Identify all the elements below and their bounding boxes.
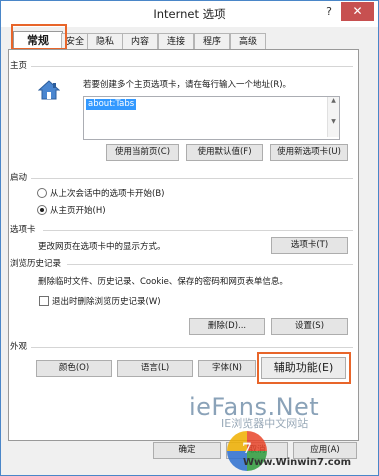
use-new-tab-button[interactable]: 使用新选项卡(U) — [270, 144, 348, 161]
tab-programs[interactable]: 程序 — [194, 33, 230, 50]
help-button[interactable]: ? — [320, 3, 338, 21]
tab-highlight-box — [11, 24, 67, 50]
tab-content[interactable]: 内容 — [122, 33, 158, 50]
radio-start-home-label: 从主页开始(H) — [50, 206, 106, 216]
delete-on-exit-checkbox[interactable] — [39, 296, 49, 306]
history-settings-button[interactable]: 设置(S) — [271, 318, 348, 335]
use-current-button[interactable]: 使用当前页(C) — [106, 144, 179, 161]
radio-start-last-session[interactable] — [37, 188, 47, 198]
colors-button[interactable]: 颜色(O) — [36, 360, 112, 377]
general-panel: 主页 若要创建多个主页选项卡，请在每行输入一个地址(R)。 about:Tabs… — [8, 49, 359, 441]
home-section-title: 主页 — [10, 61, 28, 71]
delete-history-button[interactable]: 删除(D)... — [189, 318, 265, 335]
watermark-site: Www.Winwin7.com — [243, 457, 352, 468]
tabs-section-title: 选项卡 — [10, 225, 36, 235]
home-description: 若要创建多个主页选项卡，请在每行输入一个地址(R)。 — [83, 80, 292, 90]
home-url-text: about:Tabs — [86, 99, 137, 110]
accessibility-highlight-box — [257, 352, 351, 384]
history-description: 删除临时文件、历史记录、Cookie、保存的密码和网页表单信息。 — [38, 277, 288, 287]
tab-advanced[interactable]: 高级 — [230, 33, 266, 50]
startup-divider — [31, 178, 353, 179]
ok-button[interactable]: 确定 — [153, 442, 221, 459]
appearance-divider — [31, 347, 353, 348]
startup-section-title: 启动 — [10, 173, 28, 183]
textarea-scrollbar[interactable]: ▲ ▼ — [327, 97, 339, 137]
radio-start-last-session-label: 从上次会话中的选项卡开始(B) — [50, 189, 165, 199]
tabs-description: 更改网页在选项卡中的显示方式。 — [38, 242, 166, 252]
use-default-button[interactable]: 使用默认值(F) — [186, 144, 263, 161]
delete-on-exit-label: 退出时删除浏览历史记录(W) — [52, 297, 161, 307]
languages-button[interactable]: 语言(L) — [117, 360, 193, 377]
tabs-divider — [43, 230, 353, 231]
tab-privacy[interactable]: 隐私 — [87, 33, 123, 50]
history-section-title: 浏览历史记录 — [10, 259, 62, 269]
history-divider — [67, 264, 353, 265]
home-divider — [31, 66, 353, 67]
home-icon — [37, 80, 61, 100]
close-button[interactable]: ✕ — [341, 2, 374, 21]
logo-digit: 7 — [242, 441, 252, 457]
appearance-section-title: 外观 — [10, 342, 28, 352]
tabs-button[interactable]: 选项卡(T) — [271, 237, 348, 254]
radio-start-home[interactable] — [37, 205, 47, 215]
home-pages-textarea[interactable]: about:Tabs ▲ ▼ — [83, 96, 340, 140]
watermark-subtitle: IE浏览器中文网站 — [221, 417, 309, 430]
internet-options-dialog: Internet 选项 ? ✕ 常规 安全 隐私 内容 连接 程序 高级 主页 … — [0, 0, 379, 476]
tab-connections[interactable]: 连接 — [158, 33, 194, 50]
fonts-button[interactable]: 字体(N) — [198, 360, 256, 377]
